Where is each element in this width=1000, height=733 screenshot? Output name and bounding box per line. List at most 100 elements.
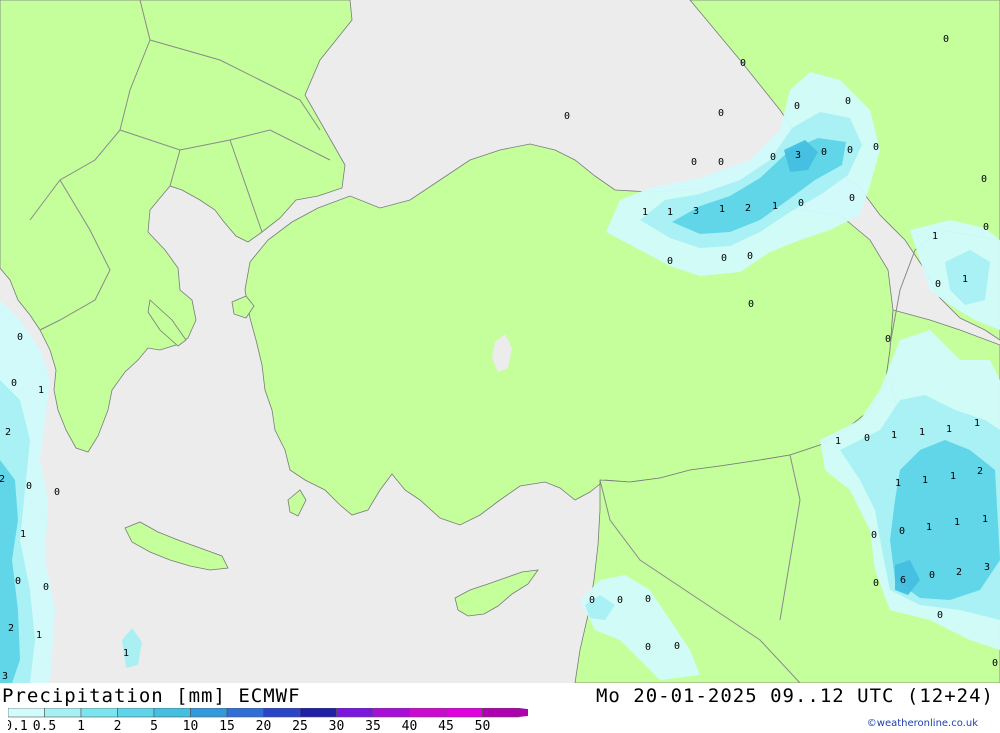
- legend-swatch: [226, 708, 264, 718]
- value-label: 0: [864, 433, 870, 444]
- value-label: 0: [929, 570, 935, 581]
- precipitation-map[interactable]: 0 0 0 0 0 0 0 0 0 3 0 0 0 0 1 1 3 1 2 1 0 0 1 0 0 0 0 0 1 0 0 0 0 1 2 1 0 1 1 1…: [0, 0, 1000, 683]
- value-label: 1: [835, 436, 841, 447]
- value-label: 1: [895, 478, 901, 489]
- value-label: 3: [795, 150, 801, 161]
- legend-swatch: [372, 708, 410, 718]
- value-label: 0: [981, 174, 987, 185]
- value-label: 1: [982, 514, 988, 525]
- value-label: 3: [2, 671, 8, 682]
- legend-label: 35: [365, 719, 381, 732]
- value-label: 1: [962, 274, 968, 285]
- map-graphic: 0 0 0 0 0 0 0 0 0 3 0 0 0 0 1 1 3 1 2 1 0 0 1 0 0 0 0 0 1 0 0 0 0 1 2 1 0 1 1 1…: [0, 0, 1000, 683]
- value-label: 0: [667, 256, 673, 267]
- value-label: 1: [667, 207, 673, 218]
- value-label: 2: [956, 567, 962, 578]
- value-label: 0: [748, 299, 754, 310]
- value-label: 0: [794, 101, 800, 112]
- legend-label: 20: [256, 719, 272, 732]
- value-label: 0: [564, 111, 570, 122]
- legend-label: 45: [438, 719, 454, 732]
- value-label: 0: [15, 576, 21, 587]
- legend-label: 5: [150, 719, 158, 732]
- value-label: 0: [845, 96, 851, 107]
- legend-swatch: [299, 708, 337, 718]
- value-label: 0: [589, 595, 595, 606]
- value-label: 3: [693, 206, 699, 217]
- value-label: 1: [954, 517, 960, 528]
- value-label: 0: [992, 658, 998, 669]
- value-label: 0: [617, 595, 623, 606]
- value-label: 2: [8, 623, 14, 634]
- value-label: 0: [983, 222, 989, 233]
- legend-label: 30: [329, 719, 345, 732]
- value-label: 0: [899, 526, 905, 537]
- legend-swatch: [153, 708, 191, 718]
- value-label: 1: [950, 471, 956, 482]
- value-label: 1: [36, 630, 42, 641]
- value-label: 1: [974, 418, 980, 429]
- legend-swatch: [8, 708, 45, 718]
- legend-label: 1: [77, 719, 85, 732]
- value-label: 0: [740, 58, 746, 69]
- value-label: 0: [871, 530, 877, 541]
- legend-swatch: [80, 708, 118, 718]
- map-title: Precipitation [mm] ECMWF: [2, 685, 301, 707]
- value-label: 0: [718, 108, 724, 119]
- value-label: 1: [123, 648, 129, 659]
- value-label: 6: [900, 575, 906, 586]
- value-label: 1: [891, 430, 897, 441]
- value-label: 0: [17, 332, 23, 343]
- value-label: 0: [935, 279, 941, 290]
- legend-swatch: [117, 708, 155, 718]
- value-label: 1: [719, 204, 725, 215]
- value-label: 0: [873, 578, 879, 589]
- value-label: 0: [937, 610, 943, 621]
- valid-time: Mo 20-01-2025 09..12 UTC (12+24): [595, 685, 994, 707]
- value-label: 0: [674, 641, 680, 652]
- value-label: 0: [721, 253, 727, 264]
- legend-label: 0.5: [33, 719, 56, 732]
- value-label: 0: [873, 142, 879, 153]
- legend-label: 0.1: [8, 719, 28, 732]
- value-label: 0: [26, 481, 32, 492]
- value-label: 1: [20, 529, 26, 540]
- value-label: 0: [885, 334, 891, 345]
- legend-arrow: [519, 708, 528, 717]
- legend-swatch: [44, 708, 82, 718]
- legend-swatch: [445, 708, 483, 718]
- credit-link[interactable]: ©weatheronline.co.uk: [867, 718, 978, 729]
- value-label: 2: [0, 474, 5, 485]
- map-footer: Precipitation [mm] ECMWF Mo 20-01-2025 0…: [0, 683, 1000, 733]
- value-label: 1: [926, 522, 932, 533]
- value-label: 1: [772, 201, 778, 212]
- legend-swatch: [409, 708, 447, 718]
- value-label: 0: [645, 642, 651, 653]
- value-label: 0: [847, 145, 853, 156]
- value-label: 2: [745, 203, 751, 214]
- value-label: 0: [43, 582, 49, 593]
- value-label: 1: [919, 427, 925, 438]
- value-label: 2: [977, 466, 983, 477]
- legend-swatch: [482, 708, 520, 718]
- legend-swatch: [336, 708, 374, 718]
- value-label: 0: [943, 34, 949, 45]
- value-label: 0: [821, 147, 827, 158]
- legend-label: 50: [475, 719, 491, 732]
- legend-swatch: [263, 708, 301, 718]
- value-label: 0: [770, 152, 776, 163]
- value-label: 0: [798, 198, 804, 209]
- value-label: 0: [11, 378, 17, 389]
- legend-label: 40: [402, 719, 418, 732]
- legend-label: 10: [183, 719, 199, 732]
- value-label: 1: [38, 385, 44, 396]
- value-label: 0: [691, 157, 697, 168]
- value-label: 1: [932, 231, 938, 242]
- value-label: 0: [747, 251, 753, 262]
- legend-label: 15: [219, 719, 235, 732]
- value-label: 1: [922, 475, 928, 486]
- value-label: 1: [642, 207, 648, 218]
- value-label: 3: [984, 562, 990, 573]
- legend-label: 25: [292, 719, 308, 732]
- value-label: 0: [718, 157, 724, 168]
